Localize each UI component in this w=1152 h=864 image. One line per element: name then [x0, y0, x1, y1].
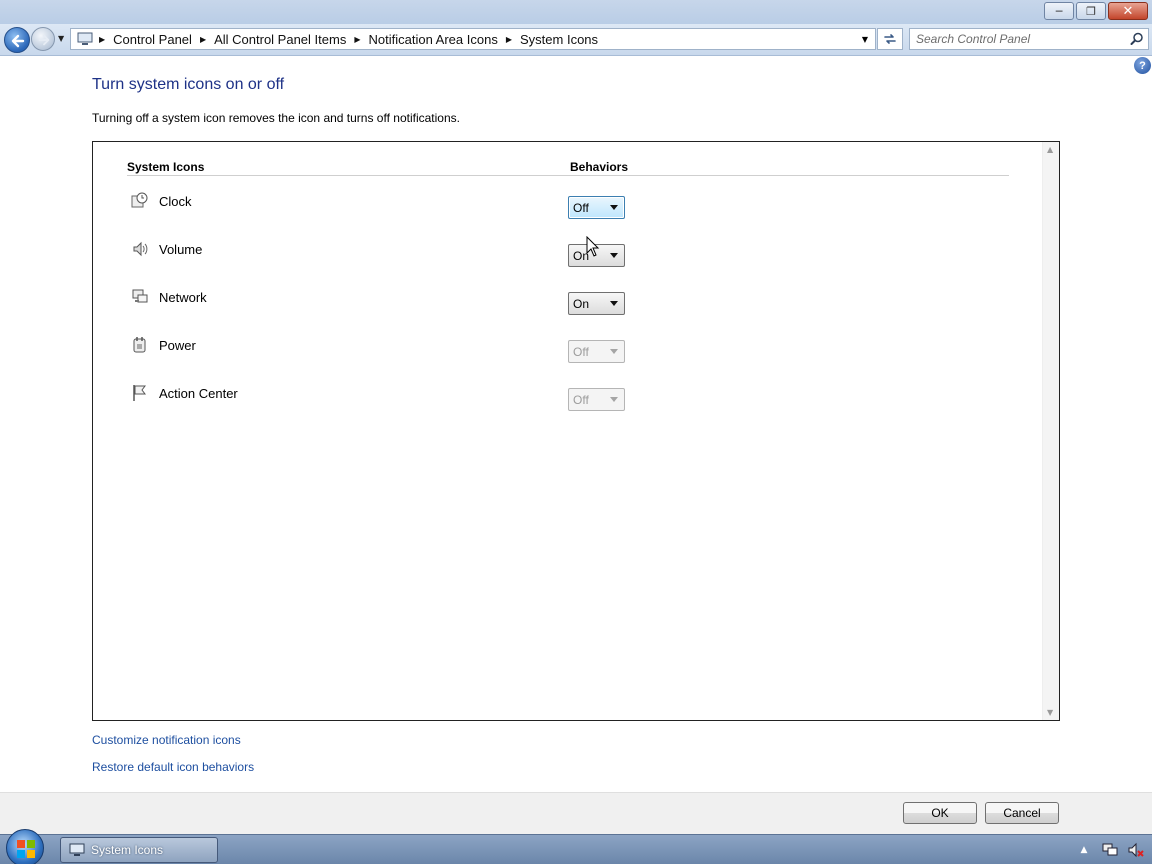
minimize-button[interactable]: ─	[1044, 2, 1074, 20]
close-button[interactable]: ✕	[1108, 2, 1148, 20]
customize-notification-icons-link[interactable]: Customize notification icons	[92, 733, 241, 747]
network-tray-icon[interactable]	[1102, 842, 1118, 858]
breadcrumb-separator[interactable]: ▶	[354, 35, 360, 44]
title-bar: ─ ❐ ✕	[0, 0, 1152, 24]
forward-button[interactable]	[31, 27, 55, 51]
search-icon	[1130, 32, 1143, 45]
breadcrumb-all-items[interactable]: All Control Panel Items	[214, 32, 346, 47]
selected-value: Off	[573, 345, 589, 359]
volume-muted-tray-icon[interactable]	[1128, 842, 1144, 858]
selected-value: Off	[573, 201, 589, 215]
flag-icon	[131, 384, 151, 404]
clock-label: Clock	[159, 194, 192, 209]
volume-label: Volume	[159, 242, 203, 257]
scroll-down-arrow-icon[interactable]: ▼	[1047, 708, 1053, 717]
windows-logo-icon	[17, 840, 35, 858]
search-input[interactable]	[910, 29, 1120, 49]
arrow-right-icon	[38, 34, 50, 46]
row-clock: Clock Off	[93, 192, 1033, 232]
address-dropdown-button[interactable]: ▼	[857, 29, 873, 49]
mouse-cursor-icon	[586, 236, 600, 257]
restore-default-behaviors-link[interactable]: Restore default icon behaviors	[92, 760, 254, 774]
clock-icon	[131, 192, 151, 212]
breadcrumb-separator[interactable]: ▶	[200, 35, 206, 44]
dropdown-arrow-icon	[610, 397, 618, 402]
breadcrumb-control-panel[interactable]: Control Panel	[113, 32, 192, 47]
question-mark-icon: ?	[1139, 59, 1146, 72]
dropdown-arrow-icon	[610, 301, 618, 306]
breadcrumb-notification-area-icons[interactable]: Notification Area Icons	[368, 32, 497, 47]
network-label: Network	[159, 290, 207, 305]
page-title: Turn system icons on or off	[92, 76, 285, 93]
start-button[interactable]	[6, 829, 44, 864]
taskbar: System Icons ▲	[0, 829, 1152, 864]
back-button[interactable]	[4, 27, 30, 53]
scroll-up-arrow-icon[interactable]: ▲	[1047, 145, 1053, 154]
network-behavior-select[interactable]: On	[568, 292, 625, 315]
column-header-system-icons: System Icons	[127, 160, 205, 174]
dropdown-arrow-icon	[610, 349, 618, 354]
dialog-footer: OK Cancel	[0, 792, 1152, 834]
breadcrumb-separator[interactable]: ▶	[99, 35, 105, 44]
help-button[interactable]: ?	[1134, 57, 1151, 74]
volume-icon	[131, 240, 151, 260]
control-panel-icon	[69, 843, 85, 856]
action-center-label: Action Center	[159, 386, 238, 401]
cancel-button[interactable]: Cancel	[985, 802, 1059, 824]
breadcrumb-separator[interactable]: ▶	[506, 35, 512, 44]
control-panel-icon	[75, 29, 95, 49]
system-icons-panel: System Icons Behaviors Clock Off Volume …	[92, 141, 1060, 721]
page-description: Turning off a system icon removes the ic…	[92, 111, 460, 125]
power-behavior-select: Off	[568, 340, 625, 363]
recent-pages-dropdown[interactable]: ▼	[58, 34, 68, 44]
dropdown-arrow-icon	[610, 253, 618, 258]
power-label: Power	[159, 338, 196, 353]
vertical-scrollbar[interactable]: ▲ ▼	[1042, 142, 1059, 720]
breadcrumb-system-icons[interactable]: System Icons	[520, 32, 598, 47]
system-tray: ▲	[1076, 842, 1144, 858]
address-bar[interactable]: ▶ Control Panel ▶ All Control Panel Item…	[70, 28, 876, 50]
refresh-button[interactable]	[877, 28, 903, 50]
navigation-bar: ▼ ▶ Control Panel ▶ All Control Panel It…	[0, 24, 1152, 56]
taskbar-window-button[interactable]: System Icons	[60, 837, 218, 863]
refresh-icon	[884, 34, 896, 44]
action-center-behavior-select: Off	[568, 388, 625, 411]
network-icon	[131, 288, 151, 308]
row-action-center: Action Center Off	[93, 384, 1033, 424]
clock-behavior-select[interactable]: Off	[568, 196, 625, 219]
selected-value: On	[573, 297, 590, 311]
taskbar-window-label: System Icons	[91, 843, 164, 857]
row-power: Power Off	[93, 336, 1033, 376]
arrow-left-icon	[11, 34, 25, 48]
close-icon: ✕	[1122, 3, 1134, 19]
ok-button[interactable]: OK	[903, 802, 977, 824]
row-network: Network On	[93, 288, 1033, 328]
minimize-icon: ─	[1055, 4, 1063, 18]
restore-icon: ❐	[1086, 4, 1096, 18]
row-volume: Volume On	[93, 240, 1033, 280]
header-divider	[127, 175, 1009, 176]
search-box[interactable]	[909, 28, 1149, 50]
selected-value: Off	[573, 393, 589, 407]
power-icon	[131, 336, 151, 356]
caption-buttons: ─ ❐ ✕	[1044, 2, 1148, 20]
column-header-behaviors: Behaviors	[570, 160, 629, 174]
restore-button[interactable]: ❐	[1076, 2, 1106, 20]
dropdown-arrow-icon	[610, 205, 618, 210]
show-hidden-icons-icon[interactable]: ▲	[1076, 842, 1092, 858]
